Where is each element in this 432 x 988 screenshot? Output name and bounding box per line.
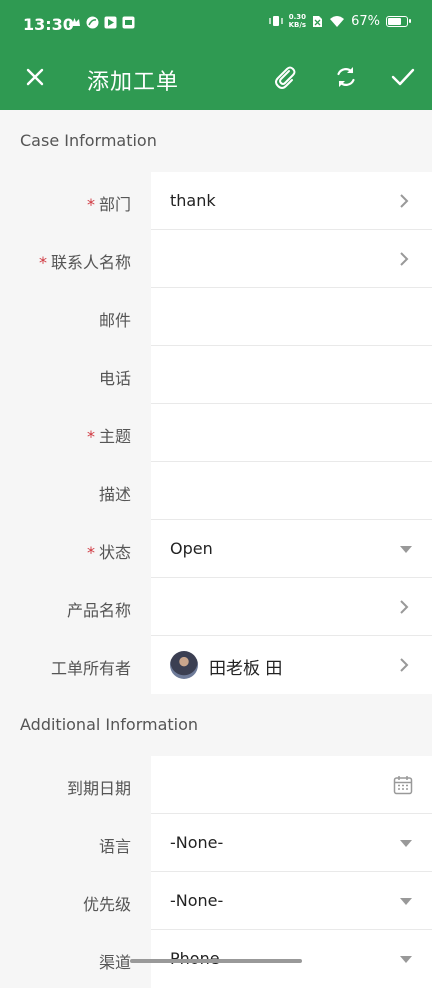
field-label: 邮件 [98, 311, 131, 330]
play-store-icon [104, 16, 117, 29]
field-subject[interactable]: * 主题 [0, 404, 432, 462]
calendar-icon[interactable] [393, 775, 413, 795]
field-value: thank [170, 191, 216, 210]
section-title: Case Information [20, 131, 157, 150]
chevron-right-icon [400, 600, 409, 614]
avatar [170, 651, 198, 679]
chevron-right-icon [400, 194, 409, 208]
status-bar: 13:30 0.30 KB/s 67% [0, 0, 432, 44]
field-label: * 联系人名称 [38, 253, 131, 272]
check-icon[interactable] [389, 63, 417, 91]
wifi-icon [330, 15, 345, 27]
dropdown-caret-icon [400, 956, 412, 963]
field-value: -None- [170, 833, 224, 852]
vibrate-icon [268, 16, 283, 26]
required-marker: * [86, 195, 95, 214]
field-email[interactable]: 邮件 [0, 288, 432, 346]
section-header-additional-information: Additional Information [0, 694, 432, 756]
required-marker: * [86, 543, 95, 562]
field-product-name[interactable]: 产品名称 [0, 578, 432, 636]
crown-icon [69, 18, 80, 26]
field-label: 渠道 [98, 953, 131, 972]
field-label: 电话 [98, 369, 131, 388]
field-contact-name[interactable]: * 联系人名称 [0, 230, 432, 288]
page-title: 添加工单 [87, 70, 180, 95]
section-title: Additional Information [20, 715, 199, 734]
chevron-right-icon [400, 252, 409, 266]
field-label: 描述 [98, 485, 131, 504]
required-marker: * [86, 427, 95, 446]
field-value: Open [170, 539, 213, 558]
status-time: 13:30 [23, 15, 74, 34]
close-icon[interactable] [21, 63, 49, 91]
section-header-case-information: Case Information [0, 110, 432, 172]
field-label: 优先级 [82, 895, 131, 914]
field-label: * 主题 [86, 427, 131, 446]
field-label: 工单所有者 [50, 659, 131, 678]
refresh-icon[interactable] [332, 63, 360, 91]
field-label: 语言 [98, 837, 131, 856]
leaf-icon [86, 16, 99, 29]
field-phone[interactable]: 电话 [0, 346, 432, 404]
net-speed-value: 0.30 [288, 13, 306, 21]
dropdown-caret-icon [400, 546, 412, 553]
battery-percent: 67% [351, 13, 380, 29]
field-description[interactable]: 描述 [0, 462, 432, 520]
paperclip-icon[interactable] [271, 63, 299, 91]
field-label: 到期日期 [66, 779, 131, 798]
home-indicator[interactable] [130, 959, 302, 963]
battery-icon [386, 15, 411, 27]
mail-box-icon [122, 16, 135, 29]
field-label: * 部门 [86, 195, 131, 214]
field-label: 产品名称 [66, 601, 131, 620]
chevron-right-icon [400, 658, 409, 672]
net-speed-unit: KB/s [288, 21, 307, 29]
status-right: 0.30 KB/s 67% [268, 13, 411, 29]
field-owner[interactable]: 工单所有者 田老板 田 [0, 636, 432, 694]
field-label: * 状态 [86, 543, 131, 562]
field-status[interactable]: * 状态 Open [0, 520, 432, 578]
field-priority[interactable]: 优先级 -None- [0, 872, 432, 930]
field-value: -None- [170, 891, 224, 910]
app-bar: 添加工单 [0, 44, 432, 110]
field-due-date[interactable]: 到期日期 [0, 756, 432, 814]
dropdown-caret-icon [400, 840, 412, 847]
owner-name: 田老板 田 [209, 659, 283, 679]
field-language[interactable]: 语言 -None- [0, 814, 432, 872]
sim-off-icon [313, 15, 323, 27]
dropdown-caret-icon [400, 898, 412, 905]
field-department[interactable]: * 部门 thank [0, 172, 432, 230]
required-marker: * [38, 253, 47, 272]
notification-icons [68, 16, 135, 29]
net-speed: 0.30 KB/s [289, 13, 306, 29]
